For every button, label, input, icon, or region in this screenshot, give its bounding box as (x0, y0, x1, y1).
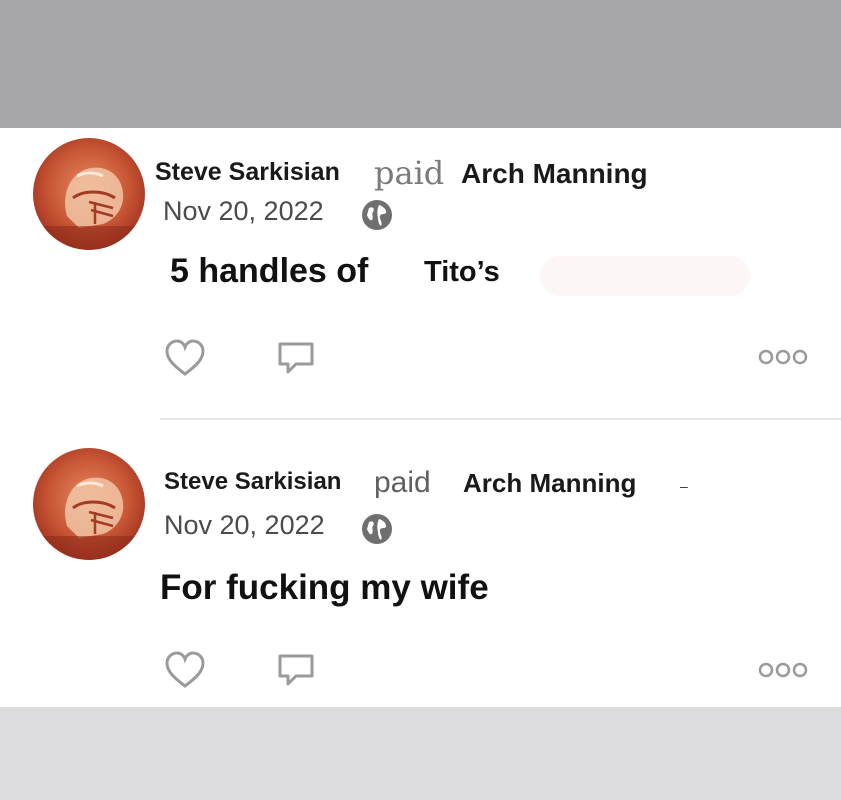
action-word: paid (374, 466, 431, 499)
comment-icon[interactable] (274, 648, 318, 692)
feed-card: Steve Sarkisian paid Arch Manning Nov 20… (0, 128, 841, 707)
stray-mark: – (680, 478, 688, 494)
smudge (540, 256, 750, 296)
avatar-helmet-image (33, 448, 145, 560)
payment-post: Steve Sarkisian paid Arch Manning Nov 20… (0, 128, 841, 420)
comment-icon[interactable] (274, 336, 318, 380)
recipient-name[interactable]: Arch Manning (463, 468, 636, 499)
heart-icon[interactable] (163, 336, 207, 380)
post-divider (160, 418, 841, 420)
globe-icon (362, 514, 392, 544)
bottom-gray-band (0, 707, 841, 800)
payment-note-extra: Tito’s (424, 256, 500, 288)
more-options-icon[interactable] (758, 347, 808, 367)
avatar[interactable] (33, 138, 145, 250)
post-date: Nov 20, 2022 (164, 510, 325, 540)
payment-note: 5 handles of (170, 252, 369, 290)
recipient-name[interactable]: Arch Manning (461, 158, 648, 190)
heart-icon[interactable] (163, 648, 207, 692)
globe-icon (362, 200, 392, 230)
avatar-helmet-image (33, 138, 145, 250)
more-options-icon[interactable] (758, 660, 808, 680)
payment-note: For fucking my wife (160, 568, 489, 607)
action-word: paid (374, 154, 445, 192)
top-gray-band (0, 0, 841, 128)
author-name[interactable]: Steve Sarkisian (155, 158, 340, 187)
payment-post: Steve Sarkisian paid Arch Manning – Nov … (0, 440, 841, 730)
author-name[interactable]: Steve Sarkisian (164, 468, 341, 496)
post-date: Nov 20, 2022 (163, 196, 324, 226)
avatar[interactable] (33, 448, 145, 560)
